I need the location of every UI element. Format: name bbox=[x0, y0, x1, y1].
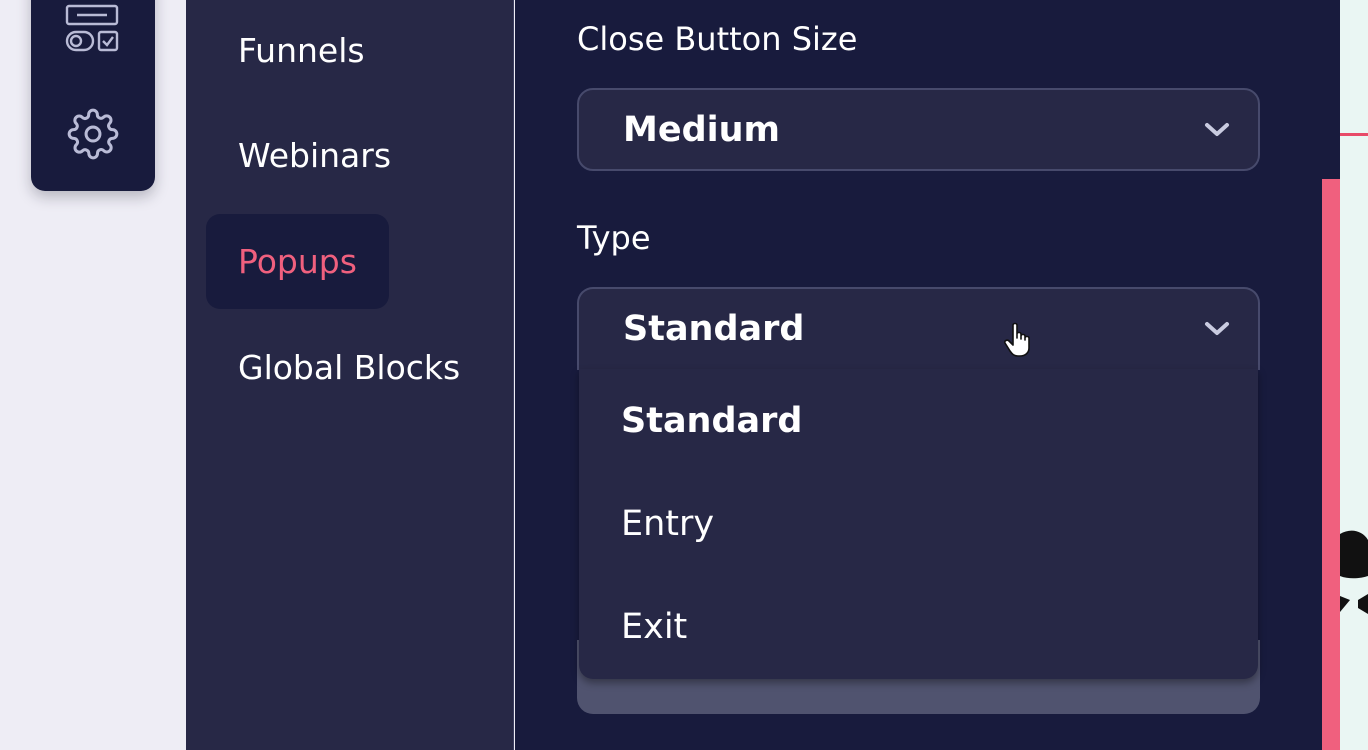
settings-panel: Close Button Size Medium Type Standard S… bbox=[515, 0, 1340, 750]
chevron-down-icon bbox=[1205, 322, 1229, 335]
app-window: Funnels Webinars Popups Global Blocks Cl… bbox=[0, 0, 1368, 750]
nav-item-label: Funnels bbox=[238, 31, 365, 70]
gear-icon[interactable] bbox=[65, 106, 121, 162]
nav-item-global-blocks[interactable]: Global Blocks bbox=[206, 320, 492, 415]
nav-panel: Funnels Webinars Popups Global Blocks bbox=[186, 0, 514, 750]
close-button-size-value: Medium bbox=[623, 109, 781, 150]
close-button-size-select[interactable]: Medium bbox=[577, 88, 1260, 171]
nav-item-label: Webinars bbox=[238, 136, 392, 175]
hand-cursor-icon bbox=[1004, 322, 1030, 357]
type-value: Standard bbox=[623, 309, 805, 349]
close-button-size-label: Close Button Size bbox=[577, 20, 858, 58]
type-option-entry[interactable]: Entry bbox=[579, 472, 1258, 575]
canvas-partial-text-icon bbox=[1340, 530, 1368, 614]
chevron-down-icon bbox=[1205, 122, 1229, 136]
type-label: Type bbox=[577, 219, 651, 257]
nav-item-popups[interactable]: Popups bbox=[206, 214, 389, 309]
type-select[interactable]: Standard bbox=[577, 287, 1260, 370]
nav-item-funnels[interactable]: Funnels bbox=[206, 3, 397, 98]
canvas-divider-line bbox=[1340, 133, 1368, 136]
form-layout-icon[interactable] bbox=[65, 0, 121, 56]
nav-item-label: Global Blocks bbox=[238, 348, 461, 387]
icon-rail bbox=[31, 0, 155, 191]
type-option-exit[interactable]: Exit bbox=[579, 575, 1258, 678]
nav-item-label: Popups bbox=[238, 242, 357, 281]
type-option-standard[interactable]: Standard bbox=[579, 369, 1258, 472]
canvas-accent-bar bbox=[1322, 179, 1340, 750]
nav-item-webinars[interactable]: Webinars bbox=[206, 108, 423, 203]
canvas-preview-edge bbox=[1340, 0, 1368, 750]
type-dropdown-list: Standard Entry Exit bbox=[579, 369, 1258, 679]
